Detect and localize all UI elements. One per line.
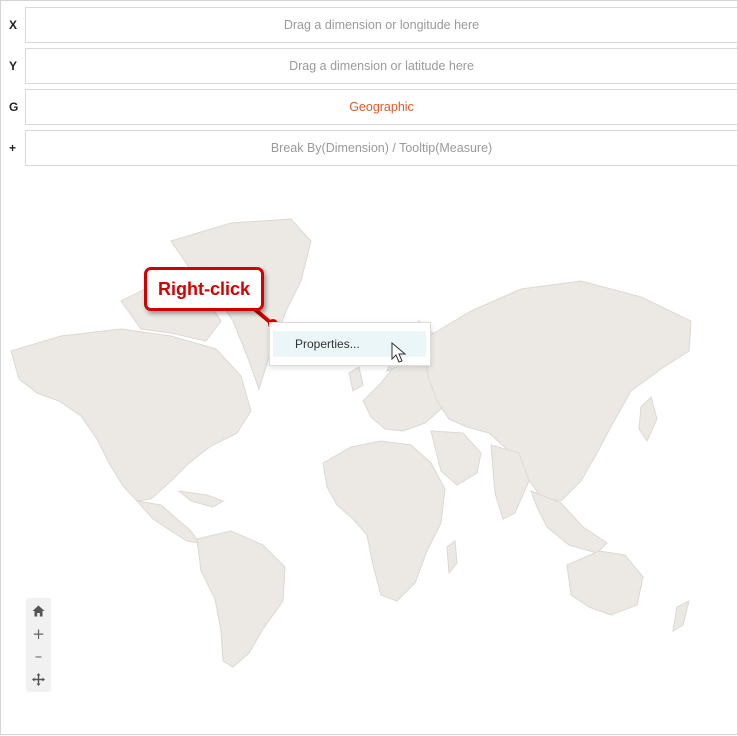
breakby-drop-zone[interactable]: Break By(Dimension) / Tooltip(Measure) [25, 130, 738, 166]
geo-shelf-key: G [9, 100, 19, 114]
geo-shelf: G Geographic [1, 89, 738, 125]
north-america-shape [10, 328, 252, 502]
new-zealand-shape [672, 600, 690, 632]
world-map[interactable] [1, 201, 738, 671]
breakby-shelf: + Break By(Dimension) / Tooltip(Measure) [1, 130, 738, 166]
pan-icon[interactable] [26, 668, 51, 690]
x-shelf-key: X [9, 18, 18, 32]
breakby-shelf-key: + [9, 141, 17, 155]
south-america-shape [196, 530, 286, 668]
caribbean-shape [177, 490, 225, 508]
australia-shape [566, 550, 644, 616]
japan-shape [638, 396, 658, 443]
mouse-cursor-icon [391, 342, 407, 363]
map-zoom-controls: + – [26, 598, 51, 692]
y-shelf: Y Drag a dimension or latitude here [1, 48, 738, 84]
uk-shape [348, 366, 364, 392]
map-widget: X Drag a dimension or longitude here Y D… [0, 0, 738, 735]
zoom-in-button[interactable]: + [26, 623, 51, 645]
x-drop-zone[interactable]: Drag a dimension or longitude here [25, 7, 738, 43]
madagascar-shape [446, 540, 458, 575]
geo-drop-zone[interactable]: Geographic [25, 89, 738, 125]
x-shelf: X Drag a dimension or longitude here [1, 7, 738, 43]
central-america-shape [135, 500, 201, 544]
y-drop-zone[interactable]: Drag a dimension or latitude here [25, 48, 738, 84]
right-click-callout: Right-click [144, 267, 264, 311]
y-shelf-key: Y [9, 59, 18, 73]
home-icon[interactable] [26, 600, 51, 622]
zoom-out-button[interactable]: – [26, 645, 51, 667]
africa-shape [322, 440, 446, 602]
southeast-asia-shape [530, 490, 608, 554]
